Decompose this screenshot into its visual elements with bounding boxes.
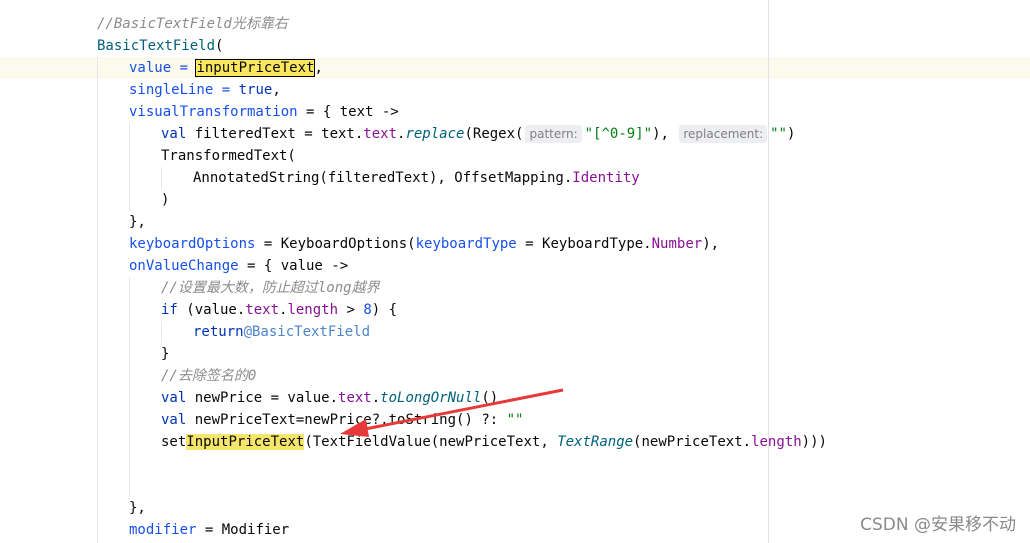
arrow-head [340,419,369,437]
annotation-arrow [340,388,564,437]
arrow-shaft [359,388,564,432]
watermark: CSDN @安果移不动 [860,515,1016,535]
